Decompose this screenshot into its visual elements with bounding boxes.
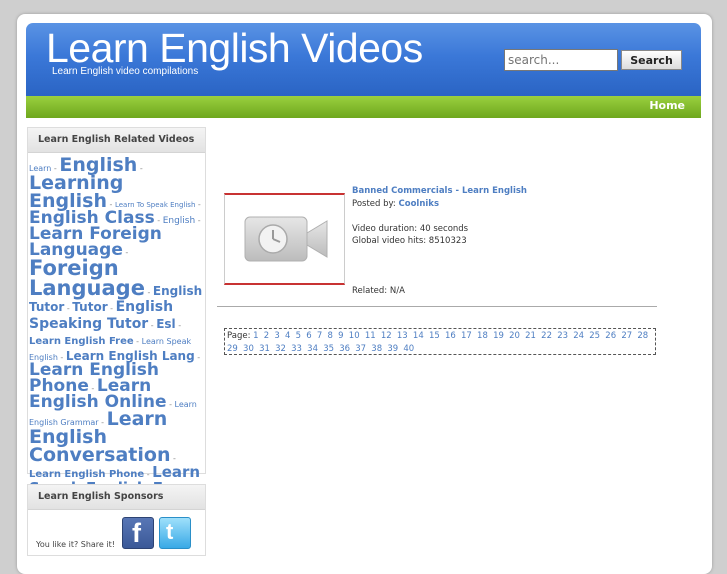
page-link[interactable]: 16 (445, 331, 456, 341)
posted-by-link[interactable]: Coolniks (399, 199, 440, 209)
tag-link[interactable]: Learn English Free (29, 336, 134, 347)
page-link[interactable]: 31 (259, 344, 270, 354)
facebook-icon[interactable]: f (122, 517, 154, 549)
page-link[interactable]: 19 (493, 331, 504, 341)
page-link[interactable]: 27 (621, 331, 632, 341)
page-link[interactable]: 20 (509, 331, 520, 341)
page-link[interactable]: 28 (637, 331, 648, 341)
pagination-links: 1 2 3 4 5 6 7 8 9 10 11 12 13 14 15 16 1… (227, 331, 651, 354)
twitter-glyph: t (166, 519, 174, 544)
page-link[interactable]: 8 (328, 331, 333, 341)
page-link[interactable]: 40 (403, 344, 414, 354)
tag-separator: - (137, 164, 143, 173)
video-related: Related: N/A (352, 286, 405, 296)
sponsors-widget: Learn English Sponsors f t You like it? … (27, 484, 206, 556)
page-link[interactable]: 36 (339, 344, 350, 354)
page-link[interactable]: 4 (285, 331, 290, 341)
page-link[interactable]: 11 (365, 331, 376, 341)
page-link[interactable]: 29 (227, 344, 238, 354)
facebook-glyph: f (132, 518, 141, 548)
tag-separator: - (175, 320, 182, 330)
tag-separator: - (170, 454, 176, 464)
page-link[interactable]: 26 (605, 331, 616, 341)
page-link[interactable]: 24 (573, 331, 584, 341)
page-link[interactable]: 18 (477, 331, 488, 341)
tag-separator: - (194, 352, 201, 362)
sponsors-title: Learn English Sponsors (28, 485, 205, 510)
tag-separator: - (107, 304, 116, 314)
page-link[interactable]: 21 (525, 331, 536, 341)
tag-separator: - (133, 337, 142, 347)
page-link[interactable]: 9 (338, 331, 343, 341)
tag-separator: - (166, 400, 175, 410)
page-link[interactable]: 30 (243, 344, 254, 354)
page-link[interactable]: 3 (274, 331, 279, 341)
video-hits: Global video hits: 8510323 (352, 236, 467, 246)
nav-home-link[interactable]: Home (649, 99, 685, 112)
page-link[interactable]: 12 (381, 331, 392, 341)
video-thumbnail[interactable] (224, 193, 345, 285)
related-videos-widget: Learn English Related Videos Learn - Eng… (27, 127, 206, 495)
posted-by-label: Posted by: (352, 198, 396, 209)
tag-separator: - (195, 216, 201, 226)
tag-separator: - (122, 248, 129, 258)
page-link[interactable]: 22 (541, 331, 552, 341)
tag-cloud: Learn - English - Learning English - Lea… (28, 153, 205, 496)
site-tagline: Learn English video compilations (52, 66, 199, 77)
pagination: Page: 1 2 3 4 5 6 7 8 9 10 11 12 13 14 1… (224, 328, 656, 355)
search-button[interactable]: Search (621, 50, 682, 70)
video-info: Banned Commercials - Learn English Poste… (352, 185, 527, 298)
page-link[interactable]: 38 (371, 344, 382, 354)
page-link[interactable]: 35 (323, 344, 334, 354)
page-link[interactable]: 5 (296, 331, 301, 341)
video-camera-icon (244, 216, 328, 262)
tag-separator: - (195, 200, 201, 210)
page-link[interactable]: 7 (317, 331, 322, 341)
content-divider (217, 306, 657, 307)
tag-separator: - (144, 287, 153, 297)
tag-separator: - (148, 320, 157, 330)
related-videos-title: Learn English Related Videos (28, 128, 205, 153)
twitter-icon[interactable]: t (159, 517, 191, 549)
tag-link[interactable]: English (163, 216, 196, 226)
tag-link[interactable]: Esl (156, 317, 175, 331)
page-link[interactable]: 1 (253, 331, 258, 341)
page-link[interactable]: 33 (291, 344, 302, 354)
page-link[interactable]: 17 (461, 331, 472, 341)
search-input[interactable] (504, 49, 618, 71)
page-link[interactable]: 32 (275, 344, 286, 354)
page-link[interactable]: 23 (557, 331, 568, 341)
page-link[interactable]: 13 (397, 331, 408, 341)
page-link[interactable]: 39 (387, 344, 398, 354)
page-link[interactable]: 34 (307, 344, 318, 354)
site-title[interactable]: Learn English Videos (46, 25, 423, 72)
video-title-link[interactable]: Banned Commercials - Learn English (352, 186, 527, 196)
site-header: Learn English Videos Learn English video… (26, 23, 701, 96)
tag-link[interactable]: Foreign Language (29, 256, 145, 300)
nav-bar: Home (26, 96, 701, 118)
tag-link[interactable]: Tutor (72, 300, 107, 314)
video-duration: Video duration: 40 seconds (352, 223, 469, 234)
page-link[interactable]: 37 (355, 344, 366, 354)
page-link[interactable]: 2 (264, 331, 269, 341)
page-link[interactable]: 6 (306, 331, 311, 341)
page-link[interactable]: 14 (413, 331, 424, 341)
pagination-label: Page: (227, 331, 251, 341)
page-link[interactable]: 10 (349, 331, 360, 341)
page-link[interactable]: 25 (589, 331, 600, 341)
page-link[interactable]: 15 (429, 331, 440, 341)
